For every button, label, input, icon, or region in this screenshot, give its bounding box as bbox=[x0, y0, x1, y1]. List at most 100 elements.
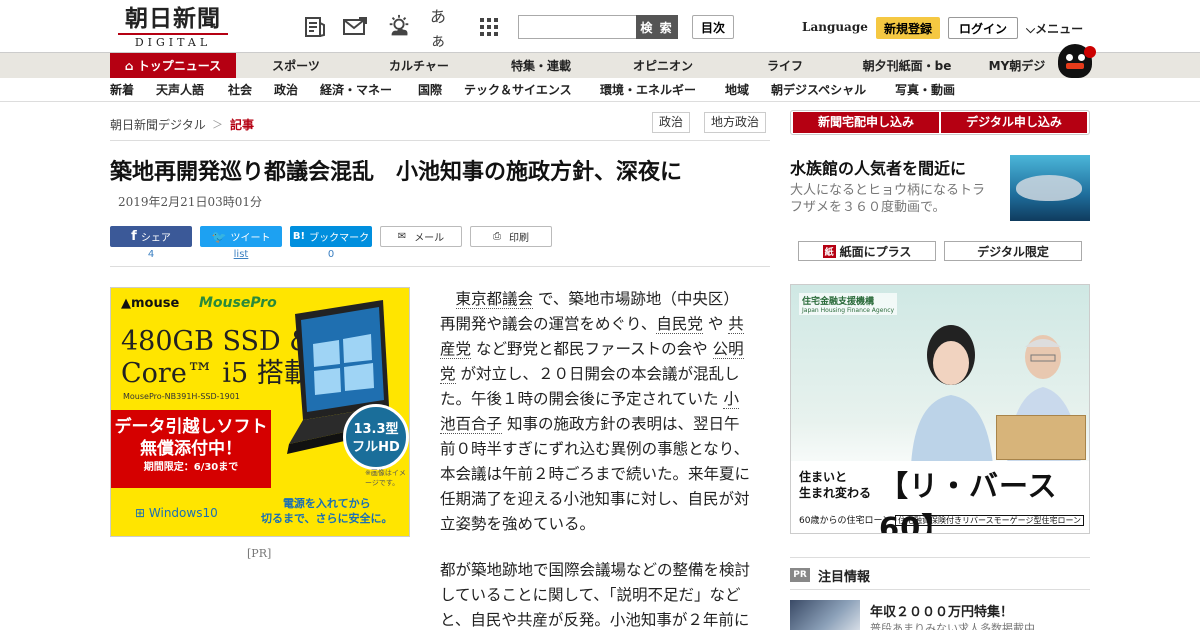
printer-icon: ⎙ bbox=[493, 231, 501, 242]
menu-label: メニュー bbox=[1035, 22, 1084, 36]
sub-nav-photo[interactable]: 写真・動画 bbox=[895, 78, 955, 102]
hatena-icon: B! bbox=[292, 231, 306, 242]
sub-nav-tensei[interactable]: 天声人語 bbox=[156, 78, 204, 102]
font-size-label: あぁ bbox=[430, 7, 447, 50]
sub-nav: 新着 天声人語 社会 政治 経済・マネー 国際 テック＆サイエンス 環境・エネル… bbox=[0, 78, 1200, 102]
font-size-icon[interactable]: あぁ bbox=[430, 7, 456, 50]
mail-icon[interactable] bbox=[342, 14, 368, 40]
sub-nav-international[interactable]: 国際 bbox=[418, 78, 442, 102]
print-label: 印刷 bbox=[509, 233, 529, 244]
link-ldp[interactable]: 自民党 bbox=[656, 315, 703, 334]
nav-newspaper[interactable]: 朝夕刊紙面・be bbox=[852, 53, 962, 79]
tag-local-politics[interactable]: 地方政治 bbox=[704, 112, 767, 133]
nav-top-news[interactable]: ⌂ トップニュース bbox=[110, 53, 236, 79]
ad-note: ※画像はイメージです。 bbox=[365, 469, 406, 487]
windows-icon: ⊞ bbox=[135, 506, 146, 520]
ad-screen-badge: 13.3型 フルHD bbox=[343, 404, 409, 470]
print-plus-button[interactable]: 紙 紙面にプラス bbox=[798, 241, 936, 261]
menu-button[interactable]: ⌵メニュー bbox=[1026, 20, 1083, 37]
laptop-ad[interactable]: ▲mouse MousePro 480GB SSD & Core™ i5 搭載 … bbox=[110, 287, 410, 537]
nav-label: トップニュース bbox=[137, 59, 222, 73]
logo-en: DIGITAL bbox=[118, 33, 228, 49]
ad-footnote: 電源を入れてから 切るまで、さらに安全に。 bbox=[261, 497, 393, 525]
sub-nav-society[interactable]: 社会 bbox=[228, 78, 252, 102]
mascot-icon[interactable] bbox=[1058, 44, 1096, 78]
sub-nav-region[interactable]: 地域 bbox=[725, 78, 749, 102]
main-nav: ⌂ トップニュース スポーツ カルチャー 特集・連載 オピニオン ライフ 朝夕刊… bbox=[0, 52, 1200, 79]
print-plus-icon: 紙 bbox=[822, 244, 836, 258]
hatena-label: ブックマーク bbox=[309, 233, 370, 244]
sub-nav-politics[interactable]: 政治 bbox=[274, 78, 298, 102]
housing-loan-ad[interactable]: 住宅金融支援機構 Japan Housing Finance Agency 住ま… bbox=[790, 284, 1090, 534]
article-paragraph-1: 東京都議会 で、築地市場跡地（中央区）再開発や議会の運営をめぐり、自民党 や 共… bbox=[440, 290, 751, 533]
facebook-count: 4 bbox=[147, 249, 155, 260]
divider bbox=[790, 589, 1090, 590]
mail-label: メール bbox=[414, 233, 445, 244]
attention-image[interactable] bbox=[790, 600, 860, 630]
twitter-list-link[interactable]: list bbox=[200, 249, 282, 260]
ad-bottom: 住まいと 生まれ変わる 【リ・バース60】 60歳からの住宅ローン 住宅融資保険付… bbox=[791, 461, 1089, 533]
ad-campaign: データ引越しソフト 無償添付中！ 期間限定：6/30まで bbox=[111, 410, 271, 488]
weather-icon[interactable] bbox=[386, 14, 412, 40]
sub-nav-economy[interactable]: 経済・マネー bbox=[320, 78, 392, 102]
ad-windows: ⊞ Windows10 bbox=[135, 506, 218, 520]
sub-nav-new[interactable]: 新着 bbox=[110, 78, 134, 102]
divider bbox=[110, 140, 770, 141]
ad-sub: 60歳からの住宅ローン 住宅融資保険付きリバースモーゲージ型住宅ローン bbox=[799, 513, 1085, 526]
search-input[interactable] bbox=[518, 15, 636, 39]
ad-slogan: 住まいと 生まれ変わる bbox=[799, 470, 872, 500]
shark-image[interactable] bbox=[1010, 155, 1090, 221]
attention-headline[interactable]: 年収２０００万円特集！ bbox=[870, 601, 1013, 620]
toc-button[interactable]: 目次 bbox=[692, 15, 734, 39]
twitter-share-button[interactable]: 🐦 ツイート bbox=[200, 226, 282, 247]
breadcrumb-current: 記事 bbox=[230, 118, 255, 132]
digital-apply-button[interactable]: デジタル申し込み bbox=[941, 112, 1087, 133]
ad-brand: ▲mouse bbox=[121, 296, 180, 311]
attention-sub: 普段あまりみない求人多数掲載中 bbox=[870, 622, 1035, 630]
attention-title: 注目情報 bbox=[818, 570, 871, 585]
nav-culture[interactable]: カルチャー bbox=[368, 53, 470, 79]
login-button[interactable]: ログイン bbox=[948, 17, 1018, 39]
twitter-label: ツイート bbox=[230, 233, 271, 244]
sub-nav-special[interactable]: 朝デジスペシャル bbox=[771, 78, 866, 102]
hatena-count: 0 bbox=[327, 249, 335, 260]
ad-org: 住宅金融支援機構 Japan Housing Finance Agency bbox=[799, 293, 898, 315]
language-link[interactable]: Language bbox=[802, 20, 868, 34]
register-button[interactable]: 新規登録 bbox=[876, 17, 940, 39]
grid-icon[interactable] bbox=[476, 14, 502, 40]
digital-only-button[interactable]: デジタル限定 bbox=[944, 241, 1082, 261]
facebook-label: シェア bbox=[140, 233, 171, 244]
sub-nav-tech[interactable]: テック＆サイエンス bbox=[464, 78, 572, 102]
nav-life[interactable]: ライフ bbox=[734, 53, 836, 79]
article-headline: 築地再開発巡り都議会混乱 小池知事の施政方針、深夜に bbox=[110, 160, 683, 185]
mail-share-button[interactable]: ✉ メール bbox=[380, 226, 462, 247]
promo-title[interactable]: 水族館の人気者を間近に bbox=[790, 155, 966, 179]
cardboard-box bbox=[996, 415, 1086, 460]
home-icon: ⌂ bbox=[124, 59, 134, 73]
tag-politics[interactable]: 政治 bbox=[652, 112, 691, 133]
ad-model: MousePro-NB391H-SSD-1901 bbox=[123, 392, 240, 401]
search-button[interactable]: 検 索 bbox=[636, 15, 678, 39]
facebook-share-button[interactable]: f シェア bbox=[110, 226, 192, 247]
hatena-bookmark-button[interactable]: B! ブックマーク bbox=[290, 226, 372, 247]
nav-features[interactable]: 特集・連載 bbox=[490, 53, 592, 79]
woman-image bbox=[911, 325, 993, 465]
site-header: 朝日新聞 DIGITAL あぁ 検 索 目次 Language 新規登録 ログイ… bbox=[0, 0, 1200, 52]
nav-my-asadigi[interactable]: MY朝デジ bbox=[978, 53, 1056, 79]
facebook-icon: f bbox=[131, 229, 137, 244]
site-logo[interactable]: 朝日新聞 DIGITAL bbox=[118, 6, 228, 49]
sub-nav-environment[interactable]: 環境・エネルギー bbox=[600, 78, 696, 102]
paper-delivery-button[interactable]: 新聞宅配申し込み bbox=[793, 112, 939, 133]
breadcrumb-home[interactable]: 朝日新聞デジタル bbox=[110, 116, 206, 133]
nav-sports[interactable]: スポーツ bbox=[246, 53, 346, 79]
print-button[interactable]: ⎙ 印刷 bbox=[470, 226, 552, 247]
paper-icon[interactable] bbox=[302, 14, 328, 40]
chevron-down-icon: ⌵ bbox=[1026, 22, 1036, 36]
divider bbox=[790, 557, 1090, 558]
link-tokyo-assembly[interactable]: 東京都議会 bbox=[455, 290, 534, 309]
divider bbox=[110, 266, 770, 267]
breadcrumb-separator: ＞ bbox=[212, 118, 223, 131]
nav-opinion[interactable]: オピニオン bbox=[612, 53, 714, 79]
article-paragraph-2: 都が築地跡地で国際会議場などの整備を検討していることに関して、「説明不足だ」など… bbox=[440, 561, 751, 629]
article-date: 2019年2月21日03時01分 bbox=[118, 195, 262, 209]
